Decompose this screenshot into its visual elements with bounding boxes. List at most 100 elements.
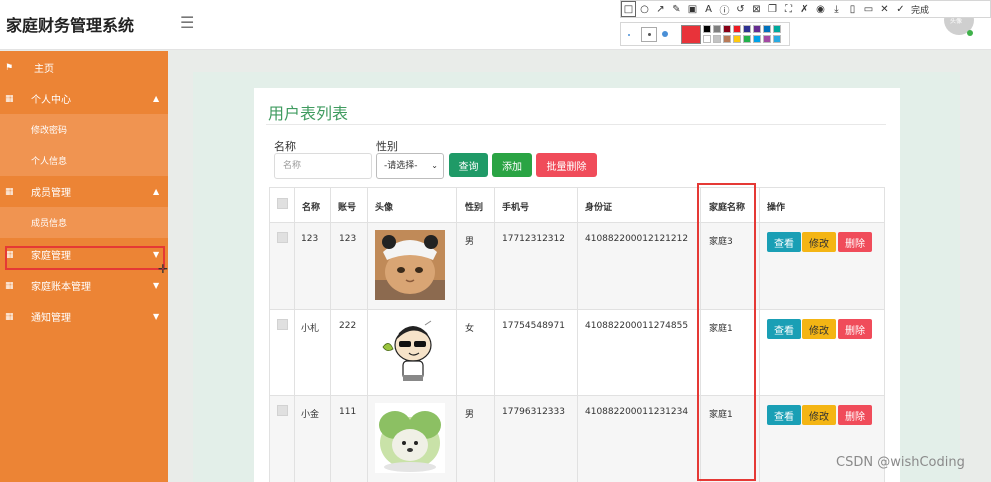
info-icon[interactable]: ⓘ <box>717 1 732 17</box>
rect-icon[interactable]: □ <box>621 1 636 17</box>
fullscreen-icon[interactable]: ⛶ <box>781 1 796 17</box>
color-swatch[interactable] <box>773 35 781 43</box>
edit-button[interactable]: 修改 <box>802 405 836 425</box>
header-actions: 操作 <box>767 203 786 213</box>
cell-phone: 17712312312 <box>502 234 565 244</box>
cell-phone: 17796312333 <box>502 407 565 417</box>
cell-account: 111 <box>339 407 357 417</box>
copy-icon[interactable]: ❐ <box>765 1 780 17</box>
sidebar-item-family-ledger[interactable]: ▦ 家庭账本管理 ▼ <box>0 270 168 301</box>
chevron-down-icon: ⌄ <box>431 161 438 170</box>
color-swatch[interactable] <box>763 35 771 43</box>
sidebar-item-change-password[interactable]: 修改密码 <box>0 114 168 145</box>
name-search-input[interactable]: 名称 <box>274 153 372 179</box>
color-swatch[interactable] <box>713 25 721 33</box>
cell-account: 222 <box>339 321 357 331</box>
page-title: 用户表列表 <box>268 104 349 123</box>
row-checkbox[interactable] <box>277 319 288 330</box>
cell-gender: 男 <box>465 237 475 247</box>
name-label: 名称 <box>274 140 296 153</box>
view-button[interactable]: 查看 <box>767 319 801 339</box>
select-all-checkbox[interactable] <box>277 198 288 209</box>
add-button[interactable]: 添加 <box>492 153 532 177</box>
color-swatch[interactable] <box>713 35 721 43</box>
close-icon[interactable]: ✕ <box>877 1 892 17</box>
header-phone: 手机号 <box>502 203 530 213</box>
pin-icon[interactable]: ✗ <box>797 1 812 17</box>
color-swatch[interactable] <box>763 25 771 33</box>
chevron-down-icon: ▼ <box>153 281 160 290</box>
delete-button[interactable]: 删除 <box>838 232 872 252</box>
edit-button[interactable]: 修改 <box>802 232 836 252</box>
view-button[interactable]: 查看 <box>767 232 801 252</box>
color-swatch[interactable] <box>733 25 741 33</box>
size-large-icon[interactable] <box>662 31 668 37</box>
sidebar-highlight-annotation <box>5 246 165 270</box>
app-title: 家庭财务管理系统 <box>6 16 135 35</box>
color-swatch[interactable] <box>743 35 751 43</box>
snip-palette <box>620 22 790 46</box>
batch-delete-button[interactable]: 批量删除 <box>536 153 597 177</box>
row-checkbox[interactable] <box>277 232 288 243</box>
edit-button[interactable]: 修改 <box>802 319 836 339</box>
ellipse-icon[interactable]: ○ <box>637 1 652 17</box>
current-color-swatch[interactable] <box>681 25 701 44</box>
cell-name: 小札 <box>301 324 320 334</box>
gender-label: 性别 <box>376 140 398 153</box>
header-name: 名称 <box>302 203 321 213</box>
view-button[interactable]: 查看 <box>767 405 801 425</box>
grid-icon: ▦ <box>5 311 14 322</box>
family-column-highlight-annotation <box>697 183 756 481</box>
header-avatar: 头像 <box>375 203 394 213</box>
sidebar-item-personal-center[interactable]: ▦ 个人中心 ▲ <box>0 83 168 114</box>
header-account: 账号 <box>338 203 357 213</box>
color-swatch[interactable] <box>703 35 711 43</box>
cell-id-card: 410882200012121212 <box>585 234 689 244</box>
color-swatch[interactable] <box>733 35 741 43</box>
bookmark-icon[interactable]: ▭ <box>861 1 876 17</box>
color-swatch[interactable] <box>743 25 751 33</box>
color-swatch[interactable] <box>723 25 731 33</box>
cell-id-card: 410882200011231234 <box>585 407 689 417</box>
pen-icon[interactable]: ✎ <box>669 1 684 17</box>
sidebar-item-home[interactable]: ⚑ 主页 <box>0 52 168 83</box>
cell-id-card: 410882200011274855 <box>585 321 689 331</box>
row-checkbox[interactable] <box>277 405 288 416</box>
color-swatch[interactable] <box>703 25 711 33</box>
sidebar-item-member-management[interactable]: ▦ 成员管理 ▲ <box>0 176 168 207</box>
save-icon[interactable]: ⊠ <box>749 1 764 17</box>
done-label[interactable]: 完成 <box>911 3 929 16</box>
hamburger-icon[interactable]: ☰ <box>180 13 194 32</box>
query-button[interactable]: 查询 <box>449 153 488 177</box>
cell-gender: 男 <box>465 410 475 420</box>
size-small-icon[interactable] <box>628 34 630 36</box>
gender-select[interactable]: -请选择- ⌄ <box>376 153 444 179</box>
sidebar-item-notice-management[interactable]: ▦ 通知管理 ▼ <box>0 301 168 332</box>
record-icon[interactable]: ◉ <box>813 1 828 17</box>
sidebar-item-personal-info[interactable]: 个人信息 <box>0 145 168 176</box>
header-id-card: 身份证 <box>585 203 613 213</box>
flag-icon: ⚑ <box>5 62 14 73</box>
undo-icon[interactable]: ↺ <box>733 1 748 17</box>
header-gender: 性别 <box>465 203 484 213</box>
check-icon[interactable]: ✓ <box>893 1 908 17</box>
sidebar-item-member-info[interactable]: 成员信息 <box>0 207 168 238</box>
delete-button[interactable]: 删除 <box>838 319 872 339</box>
grid-icon: ▦ <box>5 186 14 197</box>
arrow-icon[interactable]: ↗ <box>653 1 668 17</box>
cell-phone: 17754548971 <box>502 321 565 331</box>
snip-toolbar: □ ○ ↗ ✎ ▣ A ⓘ ↺ ⊠ ❐ ⛶ ✗ ◉ ⤓ ▯ ▭ ✕ ✓ 完成 <box>620 0 991 18</box>
color-swatch[interactable] <box>723 35 731 43</box>
cell-name: 小金 <box>301 410 320 420</box>
color-swatch[interactable] <box>773 25 781 33</box>
watermark: CSDN @wishCoding <box>836 455 965 470</box>
delete-button[interactable]: 删除 <box>838 405 872 425</box>
color-swatch[interactable] <box>753 25 761 33</box>
phone-icon[interactable]: ▯ <box>845 1 860 17</box>
color-swatch[interactable] <box>753 35 761 43</box>
avatar-image-cabbage-dog <box>375 403 445 473</box>
download-icon[interactable]: ⤓ <box>829 1 844 17</box>
text-icon[interactable]: A <box>701 1 716 17</box>
mosaic-icon[interactable]: ▣ <box>685 1 700 17</box>
cell-gender: 女 <box>465 324 475 334</box>
